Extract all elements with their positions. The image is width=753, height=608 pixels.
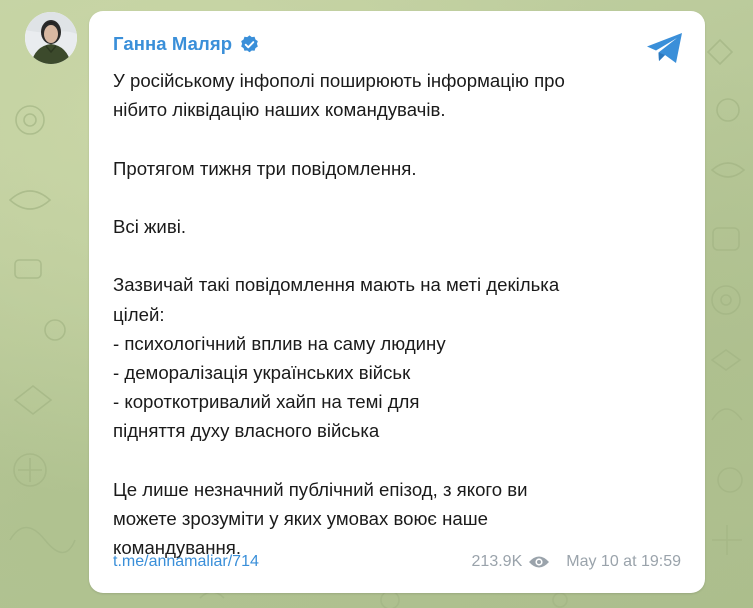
message-line: Всі живі. (113, 215, 186, 237)
author-name[interactable]: Ганна Маляр (113, 33, 232, 55)
message-footer: t.me/annamaliar/714 213.9K May 10 at 19:… (113, 553, 681, 571)
author-row: Ганна Маляр (113, 33, 681, 55)
message-line: можете зрозуміти у яких умовах воює наше (113, 507, 488, 529)
message-line: У російському інфополі поширюють інформа… (113, 70, 565, 91)
view-count: 213.9K (471, 553, 523, 570)
telegram-share-icon[interactable] (645, 31, 685, 65)
eye-icon (529, 556, 550, 568)
author-avatar[interactable] (25, 12, 77, 64)
message-line: Зазвичай такі повідомлення мають на меті… (113, 274, 560, 296)
message-line: Це лише незначний публічний епізод, з як… (113, 478, 528, 500)
message-text: У російському інфополі поширюють інформа… (113, 66, 681, 562)
message-line: - деморалізація українських військ (113, 361, 411, 383)
message-bubble: Ганна Маляр У російському інфополі пошир… (89, 11, 705, 593)
message-line: Протягом тижня три повідомлення. (113, 157, 417, 179)
message-line: підняття духу власного війська (113, 420, 380, 442)
post-link[interactable]: t.me/annamaliar/714 (113, 553, 259, 571)
message-meta: 213.9K May 10 at 19:59 (472, 553, 681, 571)
verified-badge-icon (241, 34, 258, 52)
message-line: цілей: (113, 303, 165, 325)
avatar-photo-icon (25, 12, 77, 64)
message-line: - короткотривалий хайп на темі для (113, 391, 420, 413)
message-line: нібито ліквідацію наших командувачів. (113, 99, 446, 121)
message-line: - психологічний вплив на саму людину (113, 332, 446, 354)
post-date: May 10 at 19:59 (566, 553, 681, 570)
